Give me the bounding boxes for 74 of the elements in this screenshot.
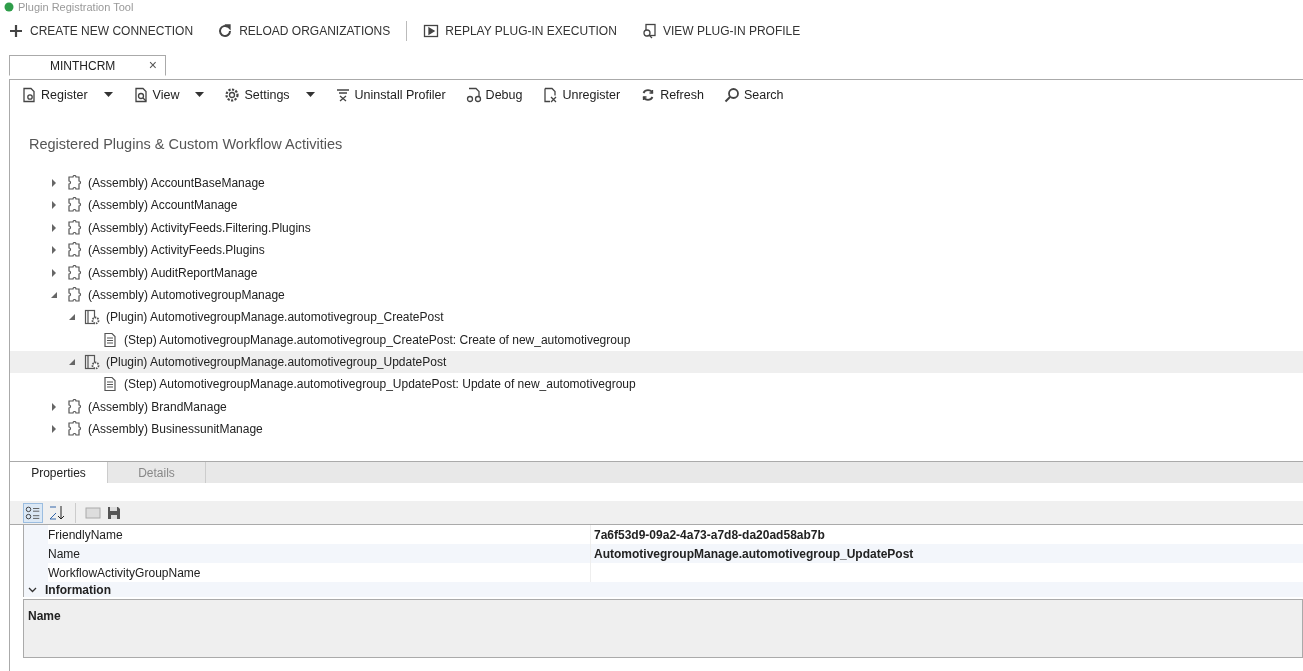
expand-arrow-icon[interactable] (50, 268, 58, 277)
toolbar-button[interactable]: Debug (465, 85, 523, 105)
toolbar-button[interactable]: Settings (224, 85, 315, 105)
dropdown-arrow-icon[interactable] (103, 92, 113, 98)
collapse-chevron-icon[interactable] (28, 586, 37, 593)
puzzle-icon (66, 242, 82, 259)
glasses-icon (465, 87, 482, 103)
puzzle-icon (66, 219, 82, 236)
tree-item[interactable]: (Assembly) AccountManage (10, 194, 1303, 217)
tree-item[interactable]: (Assembly) AutomotivegroupManage (10, 283, 1303, 307)
tree-item[interactable]: (Assembly) AuditReportManage (10, 261, 1303, 284)
play-window-icon (423, 23, 440, 39)
expand-arrow-icon[interactable] (50, 178, 58, 187)
property-category[interactable]: Information (24, 582, 1303, 597)
tree-item[interactable]: (Assembly) BusinessunitManage (10, 418, 1303, 441)
tree-item[interactable]: (Plugin) AutomotivegroupManage.automotivegroup_CreatePost (10, 306, 1303, 329)
plugin-gear-icon (84, 354, 100, 371)
collapse-arrow-icon[interactable] (68, 358, 76, 367)
tab-label: MINTHCRM (50, 57, 117, 75)
tree-title: Registered Plugins & Custom Workflow Activities (28, 135, 344, 154)
document-remove-icon (542, 87, 559, 103)
property-value: AutomotivegroupManage.automotivegroup_UpdatePost (593, 545, 915, 563)
close-icon[interactable]: × (148, 55, 157, 76)
dropdown-arrow-icon[interactable] (305, 92, 315, 98)
connection-tab[interactable]: MINTHCRM × (9, 55, 166, 76)
plugin-gear-icon (84, 309, 100, 326)
tree-item[interactable]: (Step) AutomotivegroupManage.automotivegroup_CreatePost: Create of new_automotivegroup (10, 328, 1303, 351)
save-icon[interactable] (106, 504, 122, 521)
puzzle-icon (66, 264, 82, 281)
document-search-icon (132, 87, 149, 103)
collapse-arrow-icon[interactable] (50, 290, 58, 299)
app-logo-icon (4, 2, 14, 12)
toolbar-button[interactable]: CREATE NEW CONNECTION (8, 22, 194, 40)
reload-icon (217, 23, 234, 39)
collapse-arrow-icon[interactable] (68, 313, 76, 322)
expand-arrow-icon[interactable] (50, 201, 58, 210)
puzzle-icon (66, 398, 82, 415)
document-search-icon (640, 23, 657, 39)
toolbar-button[interactable]: Uninstall Profiler (334, 85, 446, 105)
window-title: Plugin Registration Tool (18, 1, 134, 13)
expand-arrow-icon[interactable] (50, 402, 58, 411)
tree-item[interactable]: (Step) AutomotivegroupManage.automotivegroup_UpdatePost: Update of new_automotivegroup (10, 373, 1303, 396)
document-icon (102, 376, 118, 393)
puzzle-icon (66, 197, 82, 214)
property-value: 7a6f53d9-09a2-4a73-a7d8-da20ad58ab7b (593, 526, 826, 544)
categorized-view-icon[interactable] (23, 502, 43, 523)
expand-arrow-icon[interactable] (50, 425, 58, 434)
puzzle-icon (66, 174, 82, 191)
toolbar-button[interactable]: Register (21, 85, 113, 105)
dropdown-arrow-icon[interactable] (195, 92, 205, 98)
toolbar-button[interactable]: Search (723, 85, 784, 105)
expand-arrow-icon[interactable] (50, 223, 58, 232)
tree-item[interactable]: (Assembly) ActivityFeeds.Plugins (10, 238, 1303, 262)
toolbar-button[interactable]: VIEW PLUG-IN PROFILE (640, 22, 801, 40)
property-row[interactable]: Name AutomotivegroupManage.automotivegroup_UpdatePost (24, 544, 1303, 563)
plus-icon (8, 23, 24, 39)
toolbar-button[interactable]: Unregister (542, 85, 621, 105)
document-icon (102, 331, 118, 348)
tree-item[interactable]: (Assembly) AccountBaseManage (10, 171, 1303, 195)
puzzle-icon (66, 421, 82, 438)
toolbar-button[interactable]: Refresh (640, 85, 704, 105)
expand-arrow-icon[interactable] (50, 246, 58, 255)
puzzle-icon (66, 286, 82, 303)
tree-item[interactable]: (Assembly) BrandManage (10, 395, 1303, 419)
tree-item[interactable]: (Plugin) AutomotivegroupManage.automotivegroup_UpdatePost (10, 350, 1303, 374)
tree-item[interactable]: (Assembly) ActivityFeeds.Filtering.Plugins (10, 216, 1303, 239)
search-icon (723, 87, 740, 103)
toolbar-button[interactable]: REPLAY PLUG-IN EXECUTION (423, 22, 617, 40)
toolbar-button[interactable]: RELOAD ORGANIZATIONS (217, 22, 391, 40)
toolbar-button[interactable]: View (132, 85, 205, 105)
panel-tab[interactable]: Properties (10, 462, 108, 483)
list-remove-icon (334, 87, 351, 103)
description-title: Name (28, 609, 61, 623)
settings-icon (224, 87, 241, 103)
